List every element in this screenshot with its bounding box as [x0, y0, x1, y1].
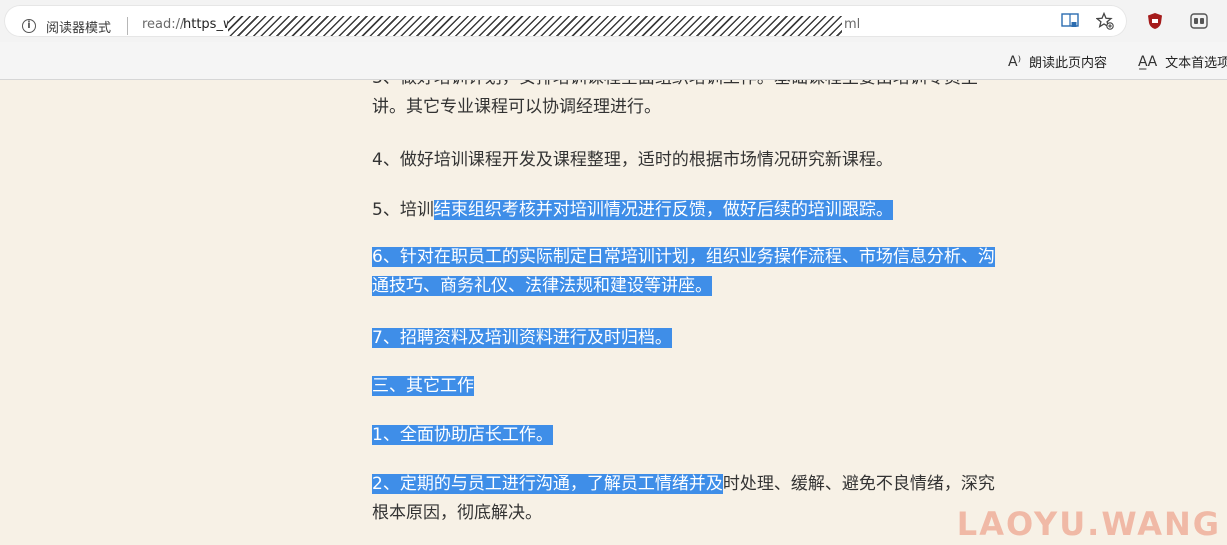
reader-toolbar: A⁾ 朗读此页内容 A̲A 文本首选项	[0, 42, 1227, 80]
item5-plain-text: 5、培训	[372, 200, 434, 220]
immersive-reader-icon[interactable]	[1060, 11, 1080, 31]
read-aloud-button[interactable]: A⁾ 朗读此页内容	[1008, 52, 1108, 72]
address-separator	[127, 17, 128, 35]
text-preferences-icon: A̲A	[1138, 53, 1158, 70]
reader-content: 3、做好培训计划，安排培训课程全面组织培训工作。基础课程主要由培训专员主讲。其它…	[0, 80, 1227, 545]
article-paragraph-item3: 3、做好培训计划，安排培训课程全面组织培训工作。基础课程主要由培训专员主讲。其它…	[372, 80, 978, 117]
collections-icon[interactable]	[1189, 11, 1209, 31]
sub2-selected-text: 2、定期的与员工进行沟通，了解员工情绪并及	[372, 474, 723, 494]
article-paragraph-item6: 6、针对在职员工的实际制定日常培训计划，组织业务操作流程、市场信息分析、沟通技巧…	[372, 243, 1002, 301]
url-host: https_w	[183, 17, 234, 32]
article-paragraph-item5: 5、培训结束组织考核并对培训情况进行反馈，做好后续的培训跟踪。	[372, 196, 1002, 225]
article-paragraph-item4: 4、做好培训课程开发及课程整理，适时的根据市场情况研究新课程。	[372, 150, 893, 170]
url-redaction	[228, 16, 842, 36]
favorites-star-icon[interactable]	[1095, 11, 1115, 31]
text-preferences-button[interactable]: A̲A 文本首选项	[1138, 52, 1227, 72]
read-aloud-icon: A⁾	[1008, 53, 1022, 70]
browser-top-bar: i 阅读器模式 read:// https_w ml	[0, 0, 1227, 42]
article-paragraph-sub1: 1、全面协助店长工作。	[372, 421, 1002, 450]
reader-mode-label[interactable]: 阅读器模式	[46, 17, 111, 36]
site-watermark: LAOYU.WANG	[956, 505, 1221, 543]
url-prefix: read://	[142, 17, 185, 32]
article-paragraph-item7: 7、招聘资料及培训资料进行及时归档。	[372, 324, 1002, 353]
read-aloud-label: 朗读此页内容	[1029, 56, 1108, 71]
info-icon[interactable]: i	[22, 19, 36, 33]
sub1-selected-text: 1、全面协助店长工作。	[372, 425, 553, 445]
article-paragraph-sub2: 2、定期的与员工进行沟通，了解员工情绪并及时处理、缓解、避免不良情绪，深究根本原…	[372, 470, 1002, 528]
item7-selected-text: 7、招聘资料及培训资料进行及时归档。	[372, 328, 672, 348]
url-tail: ml	[844, 17, 861, 32]
address-bar[interactable]: i 阅读器模式 read:// https_w ml	[4, 5, 1127, 37]
section3-selected-text: 三、其它工作	[372, 376, 474, 396]
section-heading-other-work: 三、其它工作	[372, 372, 1002, 401]
text-preferences-label: 文本首选项	[1165, 56, 1227, 71]
ublock-shield-icon[interactable]	[1145, 11, 1165, 31]
item5-selected-text: 结束组织考核并对培训情况进行反馈，做好后续的培训跟踪。	[433, 200, 893, 220]
item6-selected-text: 6、针对在职员工的实际制定日常培训计划，组织业务操作流程、市场信息分析、沟通技巧…	[372, 247, 995, 296]
